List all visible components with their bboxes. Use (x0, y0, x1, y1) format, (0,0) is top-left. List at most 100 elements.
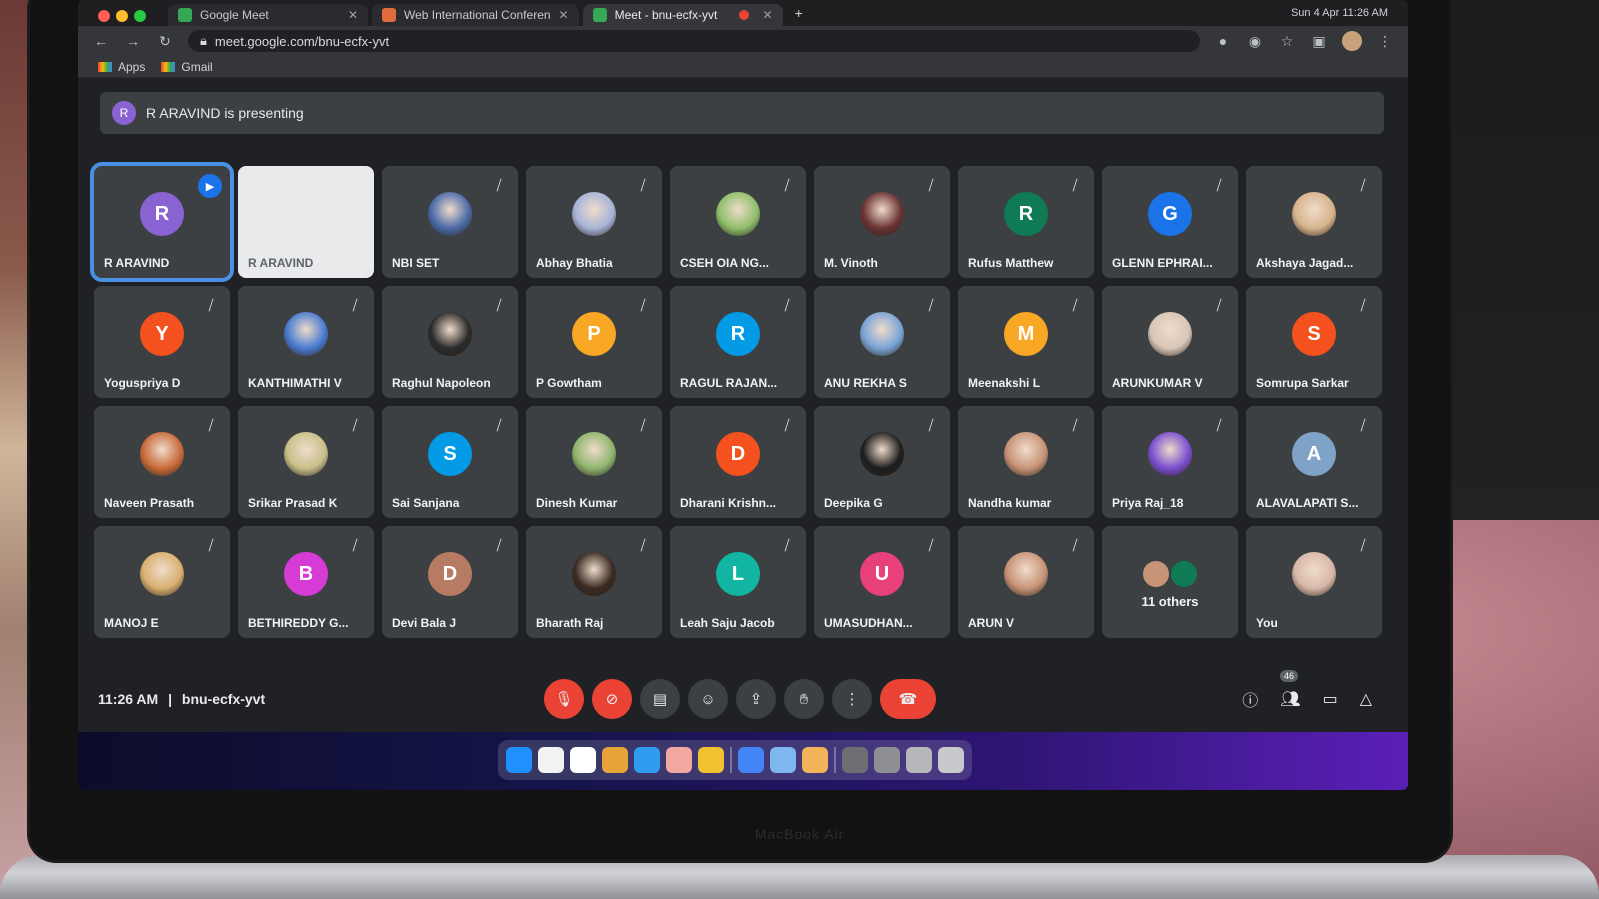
participant-tile[interactable]: Raghul Napoleon ⧸ (382, 286, 518, 398)
tab-meet-active[interactable]: Meet - bnu-ecfx-yvt ✕ (582, 4, 783, 26)
participant-tile[interactable]: Akshaya Jagad... ⧸ (1246, 166, 1382, 278)
present-button[interactable]: ⇪ (736, 679, 776, 719)
extensions-icon[interactable]: ▣ (1310, 33, 1328, 50)
camera-indicator-icon[interactable]: ◉ (1246, 33, 1264, 50)
app-icon[interactable] (698, 747, 724, 773)
participant-tile[interactable]: Abhay Bhatia ⧸ (526, 166, 662, 278)
dock-separator (834, 747, 836, 773)
participant-tile[interactable]: You ⧸ (1246, 526, 1382, 638)
participant-tile[interactable]: KANTHIMATHI V ⧸ (238, 286, 374, 398)
participant-tile[interactable]: MANOJ E ⧸ (94, 526, 230, 638)
address-bar[interactable]: 🔒︎ meet.google.com/bnu-ecfx-yvt (188, 30, 1200, 52)
mic-toggle-button[interactable]: 🎙︎ (544, 679, 584, 719)
avatar (1171, 561, 1197, 587)
chat-icon[interactable]: ▭ (1323, 689, 1338, 709)
tab-conference[interactable]: Web International Conferen ✕ (372, 4, 579, 26)
forward-arrow-icon[interactable]: → (124, 33, 142, 49)
finder-icon[interactable] (506, 747, 532, 773)
participant-tile[interactable]: P P Gowtham ⧸ (526, 286, 662, 398)
participant-tile[interactable]: Naveen Prasath ⧸ (94, 406, 230, 518)
cam-off-icon: ⊘ (605, 691, 619, 708)
more-menu-icon[interactable]: ⋮ (1376, 33, 1394, 50)
participant-tile[interactable]: R ARAVIND (238, 166, 374, 278)
close-tab-icon[interactable]: ✕ (348, 8, 358, 22)
participant-tile[interactable]: 11 others (1102, 526, 1238, 638)
participant-avatar: S (1292, 312, 1336, 356)
participant-tile[interactable]: Bharath Raj ⧸ (526, 526, 662, 638)
participant-tile[interactable]: D Devi Bala J ⧸ (382, 526, 518, 638)
people-icon[interactable]: 👥︎ (1280, 689, 1300, 709)
app-icon[interactable] (666, 747, 692, 773)
participant-tile[interactable]: G GLENN EPHRAI... ⧸ (1102, 166, 1238, 278)
zoom-window-button[interactable] (134, 10, 146, 22)
bookmark-gmail[interactable]: Gmail (161, 60, 213, 74)
participant-tile[interactable]: U UMASUDHAN... ⧸ (814, 526, 950, 638)
bookmark-star-icon[interactable]: ☆ (1278, 33, 1296, 50)
tab-google-meet[interactable]: Google Meet ✕ (168, 4, 368, 26)
reactions-button[interactable]: ☺ (688, 679, 728, 719)
mic-indicator-icon[interactable]: ● (1214, 33, 1232, 49)
participant-tile[interactable]: Nandha kumar ⧸ (958, 406, 1094, 518)
raise-hand-button[interactable]: ✋︎ (784, 679, 824, 719)
settings-icon[interactable] (842, 747, 868, 773)
new-tab-button[interactable]: + (795, 5, 803, 21)
participant-tile[interactable]: Dinesh Kumar ⧸ (526, 406, 662, 518)
participant-tile[interactable]: ARUNKUMAR V ⧸ (1102, 286, 1238, 398)
participant-tile[interactable]: ANU REKHA S ⧸ (814, 286, 950, 398)
participant-tile[interactable]: CSEH OIA NG... ⧸ (670, 166, 806, 278)
app-icon[interactable] (770, 747, 796, 773)
meeting-controls: 11:26 AM | bnu-ecfx-yvt 🎙︎ ⊘ ▤ ☺ ⇪ ✋︎ ⋮ … (78, 670, 1408, 722)
participant-tile[interactable]: R Rufus Matthew ⧸ (958, 166, 1094, 278)
participant-tile[interactable]: M Meenakshi L ⧸ (958, 286, 1094, 398)
calendar-icon[interactable] (538, 747, 564, 773)
back-arrow-icon[interactable]: ← (92, 33, 110, 49)
participant-tile[interactable]: B BETHIREDDY G... ⧸ (238, 526, 374, 638)
mic-muted-icon: ⧸ (640, 177, 646, 193)
more-options-button[interactable]: ⋮ (832, 679, 872, 719)
participant-tile[interactable]: ARUN V ⧸ (958, 526, 1094, 638)
bookmark-apps[interactable]: Apps (98, 60, 145, 74)
safari-icon[interactable] (634, 747, 660, 773)
reload-icon[interactable]: ↻ (156, 33, 174, 50)
captions-button[interactable]: ▤ (640, 679, 680, 719)
participant-tile[interactable]: R R ARAVIND ▶ (90, 162, 234, 282)
participant-tile[interactable]: Srikar Prasad K ⧸ (238, 406, 374, 518)
meeting-code: bnu-ecfx-yvt (181, 691, 266, 707)
close-window-button[interactable] (98, 10, 110, 22)
mic-muted-icon: ⧸ (496, 417, 502, 433)
close-tab-icon[interactable]: ✕ (763, 8, 773, 22)
photos-icon[interactable] (602, 747, 628, 773)
participant-avatar: S (428, 432, 472, 476)
app-icon[interactable] (906, 747, 932, 773)
participant-avatar (1148, 432, 1192, 476)
participant-tile[interactable]: Priya Raj_18 ⧸ (1102, 406, 1238, 518)
participant-tile[interactable]: Y Yoguspriya D ⧸ (94, 286, 230, 398)
minimize-window-button[interactable] (116, 10, 128, 22)
participant-avatar: D (716, 432, 760, 476)
tab-bar: Google Meet ✕ Web International Conferen… (78, 0, 1408, 26)
help-icon[interactable] (874, 747, 900, 773)
mic-muted-icon: ⧸ (208, 417, 214, 433)
participant-name: Devi Bala J (392, 616, 457, 630)
notes-icon[interactable] (570, 747, 596, 773)
participant-tile[interactable]: R RAGUL RAJAN... ⧸ (670, 286, 806, 398)
participant-tile[interactable]: M. Vinoth ⧸ (814, 166, 950, 278)
participant-tile[interactable]: S Sai Sanjana ⧸ (382, 406, 518, 518)
info-icon[interactable]: ⓘ (1242, 687, 1258, 711)
profile-avatar[interactable] (1342, 31, 1362, 51)
participant-tile[interactable]: L Leah Saju Jacob ⧸ (670, 526, 806, 638)
activities-icon[interactable]: △ (1360, 689, 1372, 709)
mic-muted-icon: ⧸ (1072, 297, 1078, 313)
participant-tile[interactable]: A ALAVALAPATI S... ⧸ (1246, 406, 1382, 518)
participant-tile[interactable]: Deepika G ⧸ (814, 406, 950, 518)
mic-muted-icon: ⧸ (928, 537, 934, 553)
close-tab-icon[interactable]: ✕ (559, 8, 569, 22)
chrome-icon[interactable] (738, 747, 764, 773)
end-call-button[interactable]: ☎︎ (880, 679, 936, 719)
camera-toggle-button[interactable]: ⊘ (592, 679, 632, 719)
participant-tile[interactable]: D Dharani Krishn... ⧸ (670, 406, 806, 518)
participant-tile[interactable]: NBI SET ⧸ (382, 166, 518, 278)
participant-tile[interactable]: S Somrupa Sarkar ⧸ (1246, 286, 1382, 398)
trash-icon[interactable] (938, 747, 964, 773)
app-icon[interactable] (802, 747, 828, 773)
